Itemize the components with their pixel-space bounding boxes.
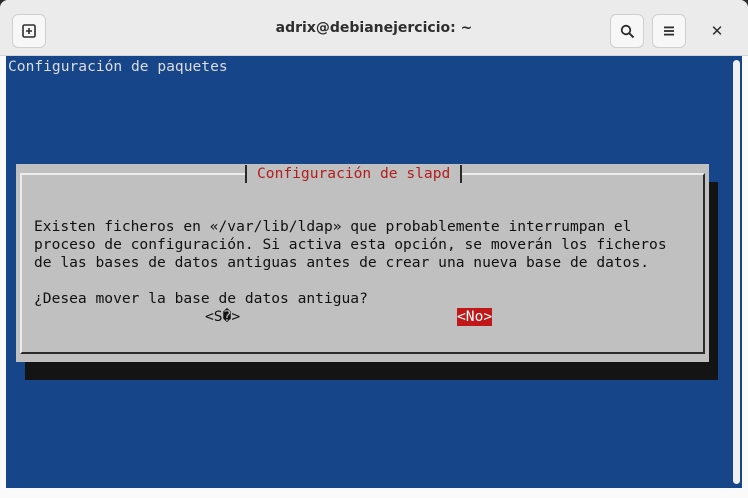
dialog-title: Configuración de slapd — [245, 165, 463, 183]
title-bar: adrix@debianejercicio: ~ ✕ — [0, 0, 748, 56]
yes-button[interactable]: <S�> — [205, 308, 240, 326]
new-tab-button[interactable] — [12, 14, 46, 48]
message-line: Existen ficheros en «/var/lib/ldap» que … — [34, 218, 632, 235]
menu-button[interactable] — [652, 14, 686, 48]
dialog-message: Existen ficheros en «/var/lib/ldap» que … — [34, 200, 667, 344]
terminal-area[interactable]: Configuración de paquetes Configuración … — [6, 56, 742, 488]
package-config-header: Configuración de paquetes — [8, 58, 228, 75]
question-line: ¿Desea mover la base de datos antigua? — [34, 290, 368, 307]
new-tab-icon — [22, 24, 36, 38]
message-line: de las bases de datos antiguas antes de … — [34, 254, 650, 271]
close-icon: ✕ — [710, 22, 724, 40]
search-button[interactable] — [610, 14, 644, 48]
close-button[interactable]: ✕ — [700, 14, 734, 48]
message-line — [34, 272, 667, 290]
search-icon — [620, 24, 635, 39]
hamburger-menu-icon — [663, 25, 675, 37]
message-line: proceso de configuración. Si activa esta… — [34, 236, 667, 253]
no-button[interactable]: <No> — [457, 308, 493, 326]
window-title: adrix@debianejercicio: ~ — [275, 20, 473, 36]
terminal-window: adrix@debianejercicio: ~ ✕ Configuración… — [0, 0, 748, 498]
scrollbar-thumb[interactable] — [733, 60, 740, 484]
slapd-dialog: Configuración de slapd Existen ficheros … — [16, 164, 709, 362]
